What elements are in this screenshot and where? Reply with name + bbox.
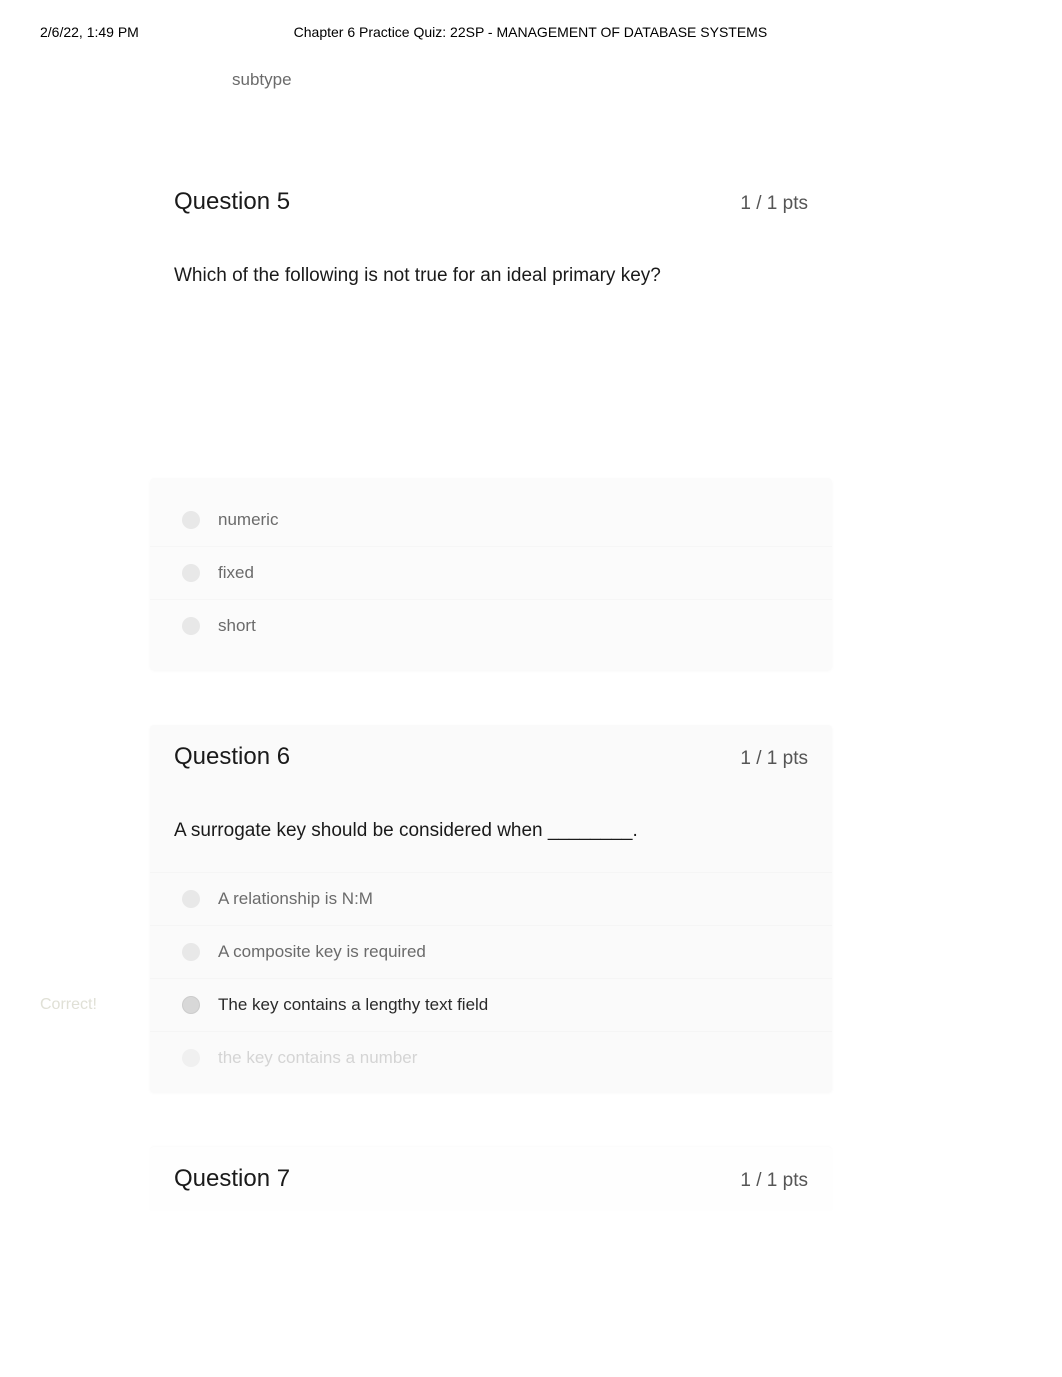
question-5-answers: numeric fixed short xyxy=(150,478,832,670)
page-header: 2/6/22, 1:49 PM Chapter 6 Practice Quiz:… xyxy=(0,0,1062,50)
question-7-points: 1 / 1 pts xyxy=(740,1170,808,1192)
print-timestamp: 2/6/22, 1:49 PM xyxy=(40,24,139,40)
question-5-block: Question 5 1 / 1 pts Which of the follow… xyxy=(150,170,832,670)
answer-option: short xyxy=(150,599,832,652)
radio-icon xyxy=(182,943,200,961)
answer-text: numeric xyxy=(218,510,278,530)
answer-option: the key contains a number xyxy=(150,1031,832,1092)
question-6-prompt: A surrogate key should be considered whe… xyxy=(150,799,832,873)
question-7-title: Question 7 xyxy=(174,1165,290,1193)
question-6-header: Question 6 1 / 1 pts xyxy=(150,725,832,789)
question-6-points: 1 / 1 pts xyxy=(740,748,808,770)
radio-icon xyxy=(182,511,200,529)
question-5-title: Question 5 xyxy=(174,188,290,216)
radio-icon xyxy=(182,564,200,582)
answer-option: A composite key is required xyxy=(150,925,832,978)
radio-icon xyxy=(182,890,200,908)
answer-option: A relationship is N:M xyxy=(150,872,832,925)
answer-text: A composite key is required xyxy=(218,942,426,962)
answer-text: A relationship is N:M xyxy=(218,889,373,909)
answer-text: the key contains a number xyxy=(218,1048,417,1068)
radio-icon xyxy=(182,1049,200,1067)
question-6-block: Question 6 1 / 1 pts A surrogate key sho… xyxy=(150,725,832,1093)
question-7-header: Question 7 1 / 1 pts xyxy=(150,1147,832,1211)
question-5-prompt: Which of the following is not true for a… xyxy=(150,244,832,318)
question-5-header: Question 5 1 / 1 pts xyxy=(150,170,832,234)
question-5-points: 1 / 1 pts xyxy=(740,193,808,215)
print-title: Chapter 6 Practice Quiz: 22SP - MANAGEME… xyxy=(139,24,1022,40)
correct-label: Correct! xyxy=(40,996,97,1014)
answer-text: short xyxy=(218,616,256,636)
question-6-title: Question 6 xyxy=(174,743,290,771)
radio-icon xyxy=(182,996,200,1014)
previous-answer-fragment: subtype xyxy=(150,70,832,90)
question-7-block: Question 7 1 / 1 pts xyxy=(150,1147,832,1211)
answer-option: numeric xyxy=(150,494,832,546)
radio-icon xyxy=(182,617,200,635)
answer-option-correct: Correct! The key contains a lengthy text… xyxy=(150,978,832,1031)
content-area: subtype Question 5 1 / 1 pts Which of th… xyxy=(150,50,832,1211)
answer-text: fixed xyxy=(218,563,254,583)
answer-text: The key contains a lengthy text field xyxy=(218,995,488,1015)
answer-option: fixed xyxy=(150,546,832,599)
